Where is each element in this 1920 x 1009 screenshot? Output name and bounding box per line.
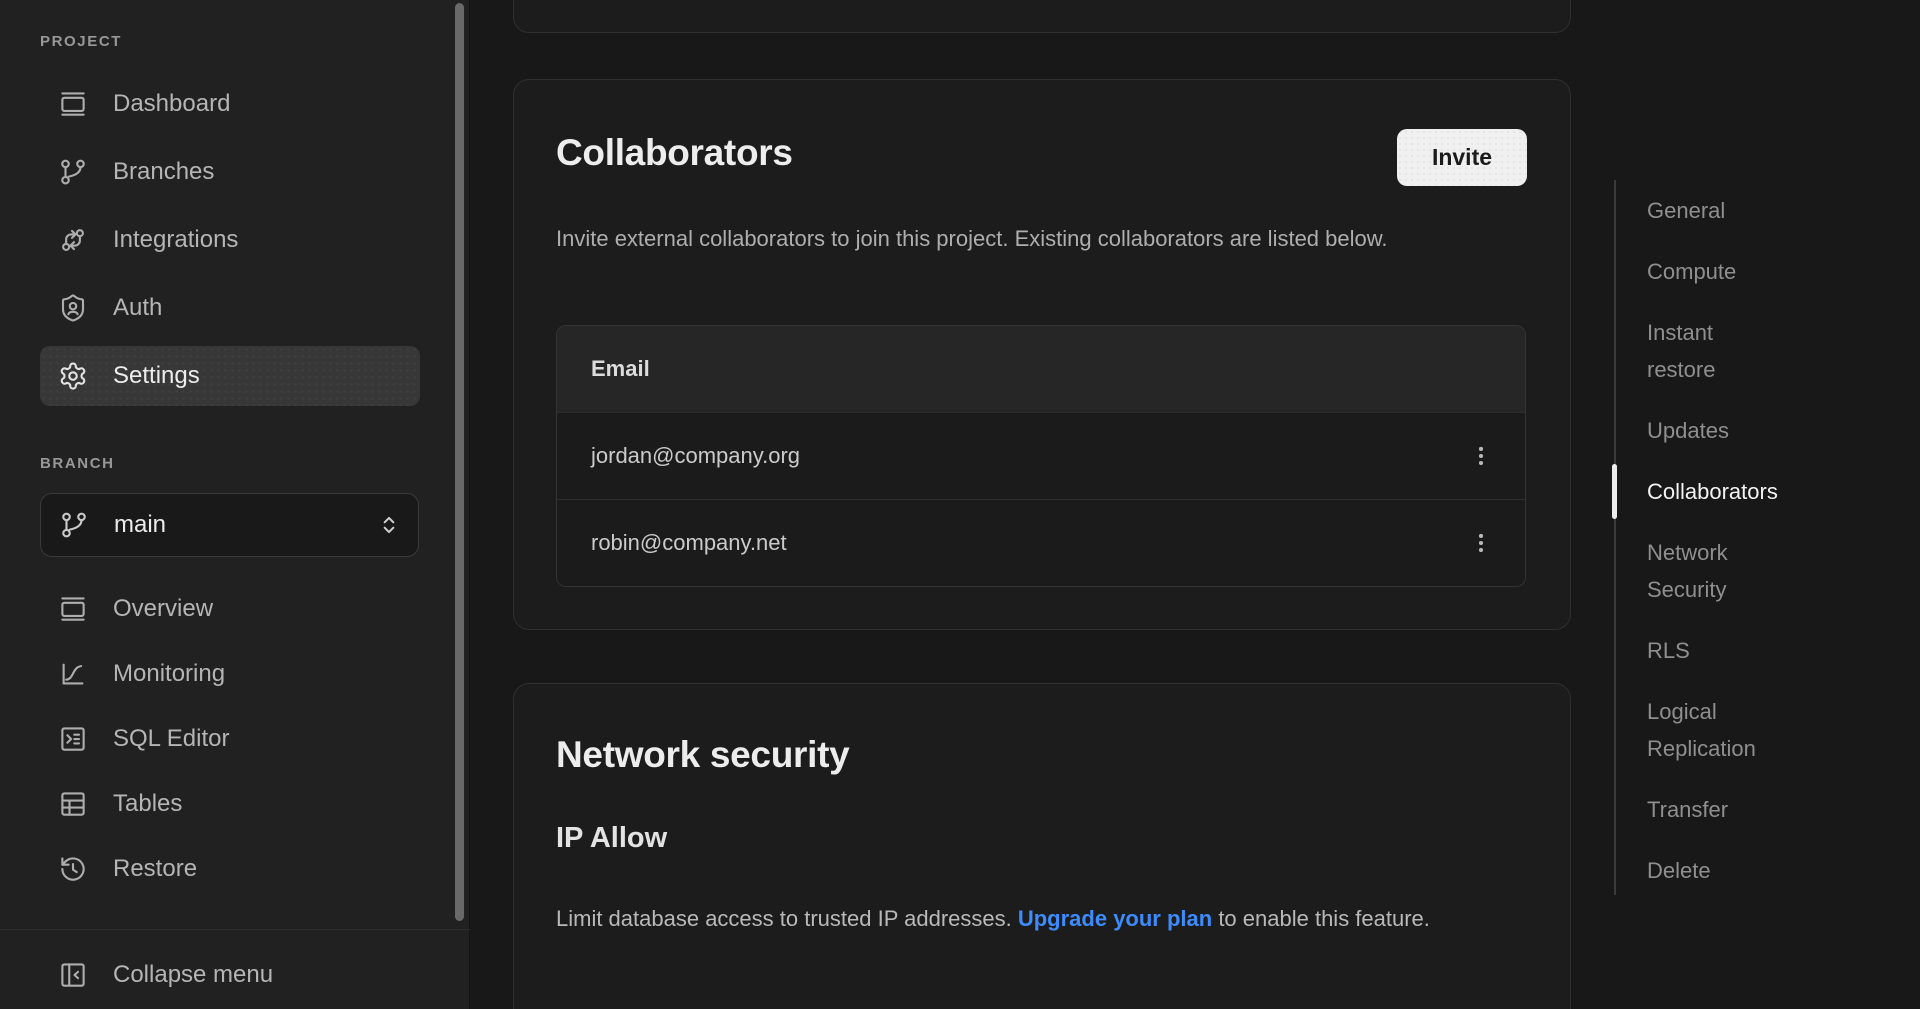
project-section-label: PROJECT (40, 33, 122, 50)
ip-allow-subtitle: IP Allow (556, 822, 667, 855)
sidebar-item-label: Tables (113, 790, 182, 818)
sidebar-item-label: SQL Editor (113, 725, 230, 753)
monitoring-icon (58, 659, 88, 689)
sidebar-item-auth[interactable]: Auth (40, 278, 420, 338)
collaborator-email: jordan@company.org (591, 443, 800, 469)
sidebar-item-label: Settings (113, 362, 200, 390)
upgrade-plan-link[interactable]: Upgrade your plan (1018, 906, 1212, 931)
nav-item-transfer[interactable]: Transfer (1647, 791, 1782, 828)
kebab-menu-icon (1468, 530, 1494, 556)
restore-history-icon (58, 854, 88, 884)
panel-collapse-icon (58, 960, 88, 990)
sql-editor-icon (58, 724, 88, 754)
branch-nav: Overview Monitoring SQL Editor Tables (40, 579, 420, 904)
nav-item-collaborators[interactable]: Collaborators (1647, 473, 1782, 510)
collapse-menu-button[interactable]: Collapse menu (40, 945, 419, 1005)
sidebar-item-overview[interactable]: Overview (40, 579, 420, 639)
nav-item-updates[interactable]: Updates (1647, 412, 1782, 449)
description-suffix: to enable this feature. (1212, 906, 1430, 931)
dashboard-icon (58, 89, 88, 119)
table-header-email: Email (557, 326, 1525, 412)
sidebar-item-label: Restore (113, 855, 197, 883)
nav-rail (1614, 180, 1616, 895)
sidebar-item-label: Monitoring (113, 660, 225, 688)
description-prefix: Limit database access to trusted IP addr… (556, 906, 1018, 931)
sidebar-item-label: Auth (113, 294, 162, 322)
nav-item-compute[interactable]: Compute (1647, 253, 1782, 290)
collaborators-description: Invite external collaborators to join th… (556, 220, 1496, 258)
sidebar-item-label: Dashboard (113, 90, 230, 118)
sidebar-item-branches[interactable]: Branches (40, 142, 420, 202)
nav-item-rls[interactable]: RLS (1647, 632, 1782, 669)
sidebar-scrollbar-thumb[interactable] (455, 3, 464, 921)
network-security-title: Network security (556, 734, 849, 776)
overview-icon (58, 594, 88, 624)
auth-shield-icon (58, 293, 88, 323)
nav-item-delete[interactable]: Delete (1647, 852, 1782, 889)
collaborators-title: Collaborators (556, 132, 793, 174)
app-window: PROJECT Dashboard Branches Integrations (0, 0, 1920, 1009)
active-indicator (1612, 464, 1617, 519)
network-security-card: Network security IP Allow Limit database… (513, 683, 1571, 1009)
collaborators-card: Collaborators Invite Invite external col… (513, 79, 1571, 630)
tables-icon (58, 789, 88, 819)
table-row: jordan@company.org (557, 412, 1525, 499)
collaborators-table: Email jordan@company.org robin@company.n… (556, 325, 1526, 587)
sidebar-item-label: Integrations (113, 226, 238, 254)
branch-selector[interactable]: main (40, 493, 419, 557)
sidebar-item-monitoring[interactable]: Monitoring (40, 644, 420, 704)
gear-icon (58, 361, 88, 391)
nav-item-general[interactable]: General (1647, 192, 1782, 229)
git-branch-icon (58, 157, 88, 187)
sidebar-item-settings[interactable]: Settings (40, 346, 420, 406)
kebab-menu-icon (1468, 443, 1494, 469)
project-nav: Dashboard Branches Integrations Auth (40, 74, 420, 414)
row-actions-button[interactable] (1461, 521, 1501, 565)
git-branch-icon (59, 510, 89, 540)
sidebar-item-label: Branches (113, 158, 214, 186)
nav-item-label: Collaborators (1647, 479, 1778, 504)
invite-button[interactable]: Invite (1397, 129, 1527, 186)
sidebar-item-dashboard[interactable]: Dashboard (40, 74, 420, 134)
sidebar-item-restore[interactable]: Restore (40, 839, 420, 899)
ip-allow-description: Limit database access to trusted IP addr… (556, 900, 1521, 938)
sidebar-item-label: Overview (113, 595, 213, 623)
settings-section-nav: General Compute Instant restore Updates … (1614, 180, 1824, 895)
sidebar: PROJECT Dashboard Branches Integrations (0, 0, 470, 1009)
sidebar-item-integrations[interactable]: Integrations (40, 210, 420, 270)
nav-item-network-security[interactable]: Network Security (1647, 534, 1782, 608)
previous-card-partial (513, 0, 1571, 33)
collaborator-email: robin@company.net (591, 530, 787, 556)
sidebar-item-sql-editor[interactable]: SQL Editor (40, 709, 420, 769)
row-actions-button[interactable] (1461, 434, 1501, 478)
table-row: robin@company.net (557, 499, 1525, 586)
integrations-icon (58, 225, 88, 255)
nav-item-instant-restore[interactable]: Instant restore (1647, 314, 1782, 388)
branch-section-label: BRANCH (40, 455, 115, 472)
collapse-menu-label: Collapse menu (113, 961, 273, 989)
sidebar-item-tables[interactable]: Tables (40, 774, 420, 834)
chevron-up-down-icon (376, 510, 402, 540)
nav-item-logical-replication[interactable]: Logical Replication (1647, 693, 1782, 767)
branch-selector-value: main (114, 511, 351, 539)
sidebar-divider (0, 929, 470, 930)
